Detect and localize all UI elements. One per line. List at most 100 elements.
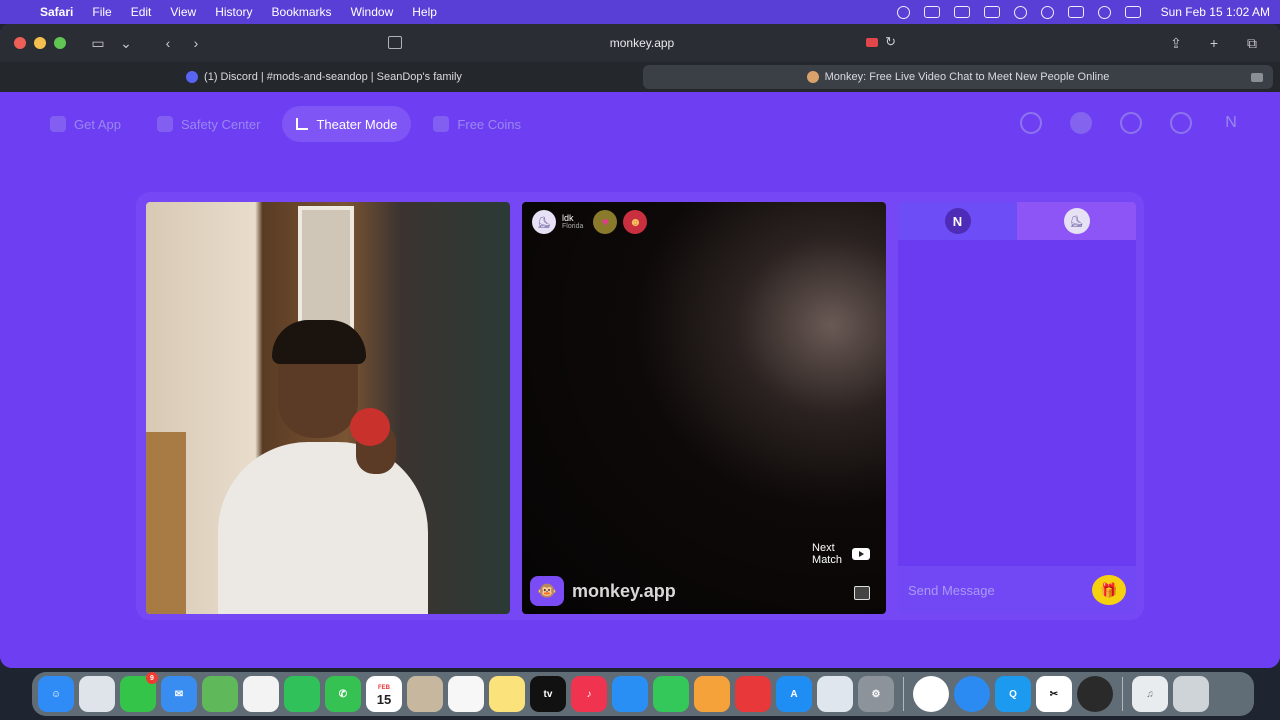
finder-icon[interactable]: ☺	[38, 676, 74, 712]
photos-icon[interactable]	[243, 676, 279, 712]
numbers-icon[interactable]	[653, 676, 689, 712]
message-input[interactable]: Send Message	[908, 583, 995, 598]
tab-discord[interactable]: (1) Discord | #mods-and-seandop | SeanDo…	[8, 65, 640, 89]
video-stage: ⛸ ldk Florida ♥ ☻ Next Match 🐵 monkey.ap…	[136, 192, 1144, 620]
chat-tabs: N ⛸	[898, 202, 1136, 240]
camera-icon	[1251, 73, 1263, 82]
obs-icon[interactable]	[1077, 676, 1113, 712]
menu-history[interactable]: History	[215, 5, 252, 19]
monkey-favicon	[806, 71, 819, 83]
phone-app-icon[interactable]: ✆	[325, 676, 361, 712]
rocket-icon[interactable]	[735, 676, 771, 712]
chevron-down-icon[interactable]: ⌄	[112, 32, 140, 54]
chat-tab-self[interactable]: N	[898, 202, 1017, 240]
tab-overview-icon[interactable]: ⧉	[1238, 32, 1266, 54]
history-icon[interactable]	[1120, 112, 1142, 134]
menu-view[interactable]: View	[170, 5, 196, 19]
forward-button[interactable]: ›	[182, 32, 210, 54]
report-icon[interactable]	[854, 586, 870, 600]
self-avatar: N	[944, 208, 971, 234]
nav-label: Theater Mode	[316, 116, 398, 132]
tv-icon[interactable]: tv	[530, 676, 566, 712]
search-icon[interactable]	[1020, 112, 1042, 134]
grid-icon[interactable]	[953, 6, 970, 18]
nav-theater-mode[interactable]: Theater Mode	[282, 106, 412, 142]
gift-icon[interactable]: 🎁	[1092, 575, 1126, 605]
dock-separator	[1122, 677, 1123, 711]
expand-icon	[296, 118, 309, 130]
notes-icon[interactable]	[489, 676, 525, 712]
chrome-icon[interactable]	[913, 676, 949, 712]
page-menu-icon[interactable]	[388, 36, 402, 49]
play-next-icon	[852, 548, 870, 560]
reload-icon[interactable]: ↻	[885, 34, 896, 50]
menu-bar: Safari File Edit View History Bookmarks …	[0, 0, 1280, 24]
next-match-button[interactable]: Next Match	[812, 542, 870, 566]
menu-bookmarks[interactable]: Bookmarks	[272, 5, 332, 19]
nav-safety-center[interactable]: Safety Center	[143, 106, 275, 142]
calendar-icon[interactable]: FEB 15	[366, 676, 402, 712]
system-settings-icon[interactable]: ⚙	[858, 676, 894, 712]
play-icon[interactable]	[1013, 5, 1027, 19]
mail-icon[interactable]: ✉	[161, 676, 197, 712]
toolbar-right: ⇪ + ⧉	[1162, 32, 1266, 54]
messages-icon[interactable]: 9	[120, 672, 158, 712]
quicktime-icon[interactable]: Q	[995, 676, 1031, 712]
address-bar[interactable]: monkey.app ↻	[382, 30, 902, 56]
safari-icon[interactable]	[954, 676, 990, 712]
music-library-icon[interactable]: ♫	[1132, 676, 1168, 712]
battery-icon[interactable]	[1067, 6, 1084, 18]
screen-record-icon[interactable]	[896, 5, 910, 19]
menu-edit[interactable]: Edit	[131, 5, 152, 19]
facetime-icon[interactable]	[284, 676, 320, 712]
iphone-mirroring-icon[interactable]	[817, 676, 853, 712]
contacts-icon[interactable]	[407, 676, 443, 712]
dock-separator	[903, 677, 904, 711]
shield-icon	[156, 116, 173, 132]
globe-icon[interactable]	[1070, 112, 1092, 134]
dock: ☺ 9 ✉ ✆ FEB 15 tv ♪ A ⚙ Q ✂ ♫	[32, 672, 1254, 716]
coins-icon	[433, 116, 450, 132]
trash-icon[interactable]	[1173, 676, 1209, 712]
new-tab-icon[interactable]: +	[1200, 32, 1228, 54]
nav-free-coins[interactable]: Free Coins	[419, 106, 535, 142]
sidebar-toggle-icon[interactable]: ▭	[84, 32, 112, 54]
bed-icon[interactable]	[983, 6, 1000, 18]
nav-get-app[interactable]: Get App	[36, 106, 135, 142]
menu-help[interactable]: Help	[412, 5, 437, 19]
menu-file[interactable]: File	[92, 5, 111, 19]
pages-icon[interactable]	[694, 676, 730, 712]
heart-icon[interactable]: ♥	[593, 210, 618, 234]
peer-avatar-icon[interactable]: ⛸	[532, 210, 556, 234]
tab-monkey[interactable]: Monkey: Free Live Video Chat to Meet New…	[643, 65, 1273, 89]
brand-wordmark: monkey.app	[572, 580, 676, 601]
menu-app-name[interactable]: Safari	[40, 5, 73, 19]
search-icon[interactable]	[1097, 5, 1111, 19]
music-icon[interactable]: ♪	[571, 676, 607, 712]
chat-tab-peer[interactable]: ⛸	[1017, 202, 1136, 240]
peer-avatar-icon: ⛸	[1063, 208, 1090, 234]
minimize-window-button[interactable]	[34, 37, 46, 49]
zoom-window-button[interactable]	[54, 37, 66, 49]
maps-icon[interactable]	[202, 676, 238, 712]
profile-button[interactable]: N	[1220, 114, 1242, 132]
reminders-icon[interactable]	[448, 676, 484, 712]
keynote-icon[interactable]	[612, 676, 648, 712]
close-window-button[interactable]	[14, 37, 26, 49]
chat-icon[interactable]	[1170, 112, 1192, 134]
capcut-icon[interactable]: ✂	[1036, 676, 1072, 712]
stage-manager-icon[interactable]	[923, 6, 940, 18]
control-center-icon[interactable]	[1124, 6, 1141, 18]
share-icon[interactable]: ⇪	[1162, 32, 1190, 54]
browser-toolbar: ▭ ⌄ ‹ › monkey.app ↻ ⇪ + ⧉	[0, 24, 1280, 62]
menu-window[interactable]: Window	[351, 5, 394, 19]
message-input-row: Send Message 🎁	[898, 566, 1136, 614]
tab-bar: (1) Discord | #mods-and-seandop | SeanDo…	[0, 62, 1280, 92]
launchpad-icon[interactable]	[79, 676, 115, 712]
dresser	[146, 432, 186, 614]
wifi-icon[interactable]	[1040, 5, 1054, 19]
emoji-icon[interactable]: ☻	[623, 210, 648, 234]
app-store-icon[interactable]: A	[776, 676, 812, 712]
menu-clock[interactable]: Sun Feb 15 1:02 AM	[1161, 5, 1270, 19]
back-button[interactable]: ‹	[154, 32, 182, 54]
